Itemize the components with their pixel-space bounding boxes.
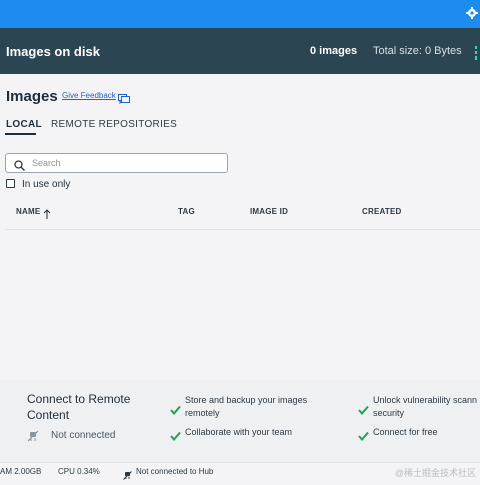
watermark: @稀土掘金技术社区 <box>394 468 476 478</box>
in-use-only-label: In use only <box>22 179 71 190</box>
cpu-usage: CPU 0.34% <box>58 467 100 476</box>
active-tab-indicator <box>5 133 36 135</box>
check-icon <box>358 402 369 416</box>
feature-store-backup: Store and backup your images remotely <box>185 395 308 418</box>
column-header-created[interactable]: CREATED <box>362 207 401 216</box>
search-input[interactable] <box>32 155 222 171</box>
tab-remote-repositories[interactable]: REMOTE REPOSITORIES <box>51 119 177 130</box>
gear-icon[interactable] <box>466 7 478 19</box>
top-bar <box>0 0 480 28</box>
feature-collaborate: Collaborate with your team <box>185 427 293 437</box>
hub-status[interactable]: Not connected to Hub <box>136 467 213 476</box>
disk-title: Images on disk <box>6 44 100 59</box>
column-header-tag[interactable]: TAG <box>178 207 195 216</box>
check-icon <box>170 402 181 416</box>
tab-local[interactable]: LOCAL <box>6 119 42 130</box>
connection-status: Not connected <box>51 430 116 441</box>
remote-content-title: Connect to Remote Content <box>27 392 131 422</box>
search-box[interactable] <box>5 153 228 173</box>
hub-disconnected-icon <box>123 467 132 480</box>
disconnected-icon <box>27 429 39 442</box>
column-header-image-id[interactable]: IMAGE ID <box>250 207 288 216</box>
page-title: Images <box>6 88 58 105</box>
column-header-name[interactable]: NAME <box>16 207 40 216</box>
total-size: Total size: 0 Bytes <box>373 45 462 57</box>
chat-icon[interactable] <box>118 91 130 105</box>
status-bar: AM 2.00GB CPU 0.34% Not connected to Hub… <box>0 462 480 480</box>
image-count: 0 images <box>310 45 358 57</box>
search-icon <box>14 158 25 171</box>
disk-usage-icon <box>474 46 480 60</box>
check-icon <box>358 428 369 442</box>
arrow-up-icon[interactable] <box>43 206 51 219</box>
give-feedback-link[interactable]: Give Feedback <box>62 91 116 100</box>
feature-vulnerability-scanning: Unlock vulnerability scann security <box>373 395 478 418</box>
ram-usage: AM 2.00GB <box>0 467 42 476</box>
in-use-only-checkbox[interactable] <box>6 179 15 188</box>
check-icon <box>170 428 181 442</box>
remote-content-panel: Connect to Remote Content Not connected … <box>0 380 480 462</box>
feature-connect-free: Connect for free <box>373 427 438 437</box>
table-divider <box>5 229 480 230</box>
disk-usage-bar: Images on disk 0 images Total size: 0 By… <box>0 28 480 74</box>
